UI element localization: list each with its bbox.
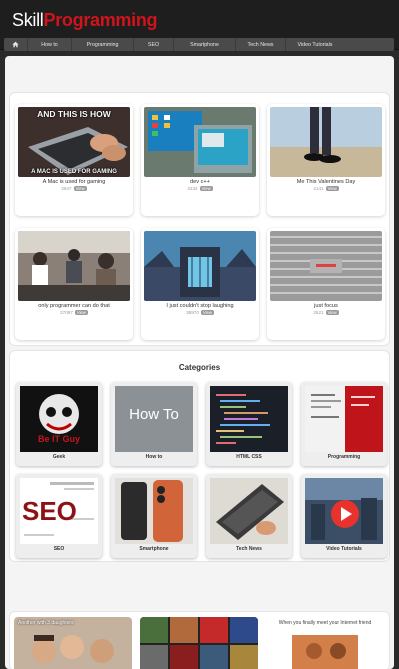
category-html-css[interactable]: HTML CSS [206, 382, 292, 466]
bottom-post-card[interactable]: When you finally meet your Internet frie… [266, 617, 384, 669]
main-content: AND THIS IS HOW A MAC IS USED FOR GAMING… [5, 56, 394, 669]
post-thumbnail[interactable] [18, 231, 130, 301]
category-label[interactable]: HTML CSS [206, 454, 292, 460]
category-image[interactable] [210, 386, 288, 452]
post-views: 2232 [187, 186, 198, 191]
category-how-to[interactable]: How To How to [111, 382, 197, 466]
bottom-post-card[interactable] [140, 617, 258, 669]
category-label[interactable]: Programming [301, 454, 387, 460]
geek-image-text: Be IT Guy [37, 434, 80, 444]
category-label[interactable]: SEO [16, 546, 102, 552]
category-image[interactable]: How To [115, 386, 193, 452]
category-image[interactable]: SEO [20, 478, 98, 544]
site-logo[interactable]: SkillProgramming [12, 10, 158, 31]
post-title[interactable]: only programmer can do that [15, 303, 133, 309]
post-views: 27097 [60, 310, 73, 315]
category-geek[interactable]: Be IT Guy Geek [16, 382, 102, 466]
post-meta: 27097 View [15, 310, 133, 315]
nav-item-seo[interactable]: SEO [134, 38, 174, 51]
post-thumbnail[interactable] [144, 231, 256, 301]
category-smartphone[interactable]: Smartphone [111, 474, 197, 558]
category-programming[interactable]: Programming [301, 382, 387, 466]
post-meta: 2232 View [141, 186, 259, 191]
logo-part-skill: Skill [12, 10, 44, 30]
post-thumbnail[interactable] [270, 107, 382, 177]
post-title[interactable]: dev c++ [141, 179, 259, 185]
post-thumbnail[interactable]: AND THIS IS HOW A MAC IS USED FOR GAMING [18, 107, 130, 177]
view-badge[interactable]: View [74, 310, 88, 315]
post-card[interactable]: dev c++ 2232 View [141, 104, 259, 216]
post-meta: 2141 View [267, 186, 385, 191]
category-image[interactable] [305, 386, 383, 452]
meme-caption-bottom: A MAC IS USED FOR GAMING [31, 169, 117, 175]
logo-part-programming: Programming [43, 10, 158, 30]
nav-item-how-to[interactable]: How to [28, 38, 72, 51]
category-seo[interactable]: SEO SEO [16, 474, 102, 558]
view-badge[interactable]: View [199, 186, 213, 191]
post-meta: 2621 View [267, 310, 385, 315]
post-views: 2547 [61, 186, 72, 191]
post-views: 2621 [313, 310, 324, 315]
how-to-image-text: How To [129, 406, 179, 423]
category-label[interactable]: Video Tutorials [301, 546, 387, 552]
post-thumbnail[interactable] [144, 107, 256, 177]
category-image[interactable] [210, 478, 288, 544]
nav-home[interactable] [4, 38, 28, 51]
post-meta: 38970 View [141, 310, 259, 315]
post-card[interactable]: just focus 2621 View [267, 228, 385, 340]
post-title[interactable]: just focus [267, 303, 385, 309]
home-icon [12, 41, 19, 48]
post-meta: 2547 View [15, 186, 133, 191]
bottom-post-card[interactable]: Another with 3 daughters [14, 617, 132, 669]
category-label[interactable]: How to [111, 454, 197, 460]
view-badge[interactable]: View [73, 186, 87, 191]
meme-caption-top: AND THIS IS HOW [37, 109, 111, 119]
category-label[interactable]: Smartphone [111, 546, 197, 552]
category-video-tutorials[interactable]: Video Tutorials [301, 474, 387, 558]
nav-item-programming[interactable]: Programming [72, 38, 134, 51]
category-image[interactable]: Be IT Guy [20, 386, 98, 452]
site-header: SkillProgramming How to Programming SEO … [0, 0, 399, 51]
category-image[interactable] [305, 478, 383, 544]
category-image[interactable] [115, 478, 193, 544]
bottom-post-caption: Another with 3 daughters [18, 620, 74, 626]
post-card[interactable]: Me This Valentines Day 2141 View [267, 104, 385, 216]
post-title[interactable]: A Mac is used for gaming [15, 179, 133, 185]
post-title[interactable]: I just couldn't stop laughing [141, 303, 259, 309]
category-label[interactable]: Tech News [206, 546, 292, 552]
posts-grid: AND THIS IS HOW A MAC IS USED FOR GAMING… [9, 92, 390, 346]
post-views: 2141 [313, 186, 324, 191]
categories-heading: Categories [178, 363, 221, 372]
post-thumbnail[interactable] [270, 231, 382, 301]
view-badge[interactable]: View [325, 310, 339, 315]
post-card[interactable]: AND THIS IS HOW A MAC IS USED FOR GAMING… [15, 104, 133, 216]
view-badge[interactable]: View [200, 310, 214, 315]
post-title[interactable]: Me This Valentines Day [267, 179, 385, 185]
post-card[interactable]: only programmer can do that 27097 View [15, 228, 133, 340]
nav-item-smartphone[interactable]: Smartphone [174, 38, 236, 51]
category-label[interactable]: Geek [16, 454, 102, 460]
nav-item-tech-news[interactable]: Tech News [236, 38, 286, 51]
view-badge[interactable]: View [325, 186, 339, 191]
seo-image-text: SEO [22, 496, 77, 526]
nav-item-video-tutorials[interactable]: Video Tutorials [286, 38, 344, 51]
post-card[interactable]: I just couldn't stop laughing 38970 View [141, 228, 259, 340]
main-nav: How to Programming SEO Smartphone Tech N… [4, 38, 394, 51]
category-tech-news[interactable]: Tech News [206, 474, 292, 558]
post-views: 38970 [186, 310, 199, 315]
